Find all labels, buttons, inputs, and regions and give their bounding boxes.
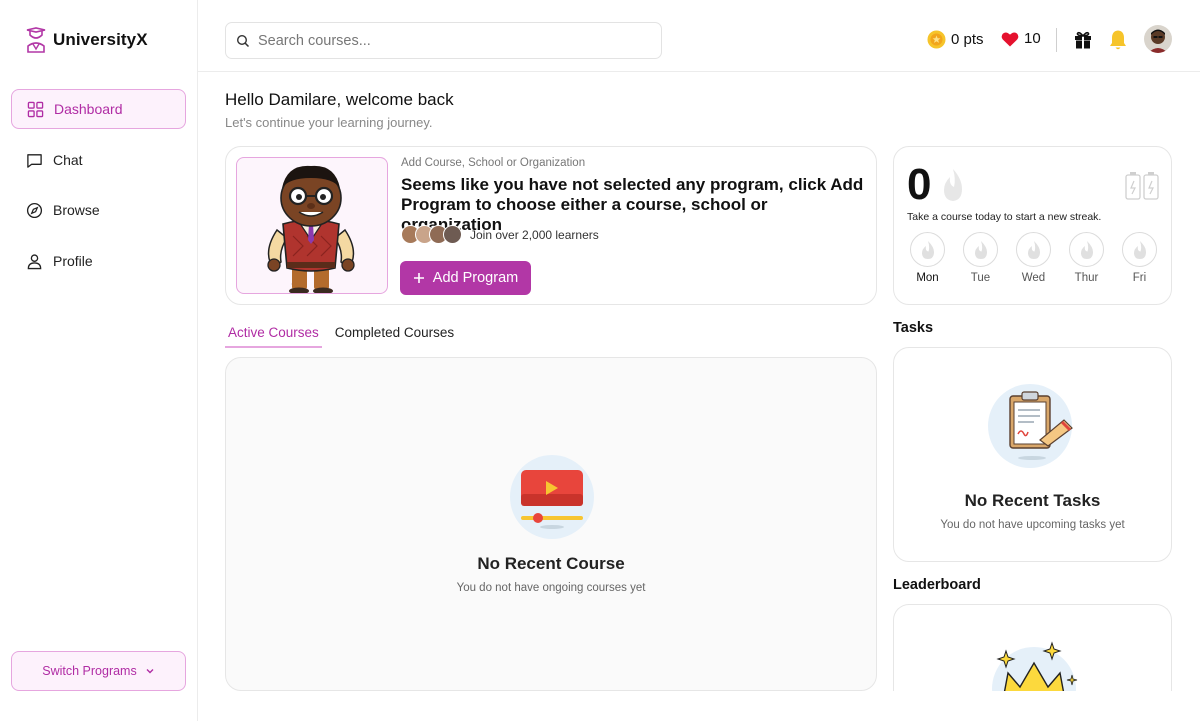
hearts-counter[interactable]: 10 <box>1001 30 1041 47</box>
chevron-down-icon <box>146 669 154 674</box>
flame-icon <box>974 240 987 259</box>
courses-panel: No Recent Course You do not have ongoing… <box>225 357 877 691</box>
flame-icon <box>1133 240 1146 259</box>
learner-avatar <box>443 225 462 244</box>
streak-count: 0 <box>907 160 932 209</box>
empty-title: No Recent Tasks <box>964 491 1101 510</box>
streak-day-circle <box>1069 232 1104 267</box>
heart-icon <box>1001 31 1019 46</box>
battery-icon <box>1125 172 1159 200</box>
chat-bubble-icon <box>27 153 42 168</box>
streak-day: Tue <box>963 232 998 284</box>
video-player-icon <box>510 455 594 539</box>
streak-day-label: Tue <box>970 272 991 284</box>
learners-row: Join over 2,000 learners <box>401 225 599 244</box>
flame-icon <box>944 169 962 201</box>
user-icon <box>27 253 42 269</box>
search-icon <box>236 34 250 47</box>
sidebar-item-dashboard[interactable]: Dashboard <box>11 89 186 129</box>
sidebar-item-label: Browse <box>53 202 100 218</box>
hearts-value: 10 <box>1024 30 1041 47</box>
streak-day-label: Wed <box>1021 272 1046 284</box>
flame-icon <box>1027 240 1040 259</box>
leaderboard-title: Leaderboard <box>893 577 981 593</box>
logo[interactable]: UniversityX <box>25 27 148 53</box>
streak-day: Wed <box>1016 232 1051 284</box>
page-bottom-fade <box>198 691 1200 721</box>
empty-title: No Recent Course <box>477 554 625 573</box>
app-root: UniversityX Dashboard Chat Browse Profil… <box>0 0 1200 721</box>
dashboard-grid-icon <box>27 101 44 117</box>
learner-avatars <box>401 225 462 244</box>
empty-subtitle: You do not have ongoing courses yet <box>456 582 646 594</box>
leaderboard-panel <box>893 604 1172 704</box>
tab-active-courses[interactable]: Active Courses <box>225 322 322 348</box>
streak-day-circle <box>1016 232 1051 267</box>
coin-icon <box>927 30 946 49</box>
streak-day-circle <box>963 232 998 267</box>
program-eyebrow: Add Course, School or Organization <box>401 157 586 169</box>
tasks-title: Tasks <box>893 320 934 336</box>
sidebar: UniversityX Dashboard Chat Browse Profil… <box>0 0 198 721</box>
tab-completed-courses[interactable]: Completed Courses <box>332 322 457 348</box>
bell-icon <box>1110 30 1126 50</box>
add-program-label: Add Program <box>432 270 519 286</box>
add-program-card: Add Course, School or Organization Seems… <box>225 146 877 305</box>
sidebar-item-label: Profile <box>53 253 93 269</box>
user-avatar[interactable] <box>1144 25 1172 53</box>
course-tabs: Active Courses Completed Courses <box>225 322 457 348</box>
streak-day-label: Mon <box>916 272 939 284</box>
empty-subtitle: You do not have upcoming tasks yet <box>940 519 1125 531</box>
streak-day: Mon <box>910 232 945 284</box>
notifications-button[interactable] <box>1106 28 1130 52</box>
streak-day: Fri <box>1122 232 1157 284</box>
switch-programs-label: Switch Programs <box>42 664 137 678</box>
topbar: 0 pts 10 <box>198 0 1200 72</box>
streak-text: Take a course today to start a new strea… <box>907 211 1102 223</box>
teacher-mascot-image <box>267 165 355 293</box>
streak-day-label: Thur <box>1074 272 1099 284</box>
streak-day-circle <box>1122 232 1157 267</box>
search-bar[interactable] <box>225 22 662 59</box>
sidebar-item-profile[interactable]: Profile <box>11 241 186 281</box>
points-counter[interactable]: 0 pts <box>927 30 984 49</box>
page-title: Hello Damilare, welcome back <box>225 90 454 109</box>
gift-icon <box>1075 31 1091 49</box>
tasks-panel: No Recent Tasks You do not have upcoming… <box>893 347 1172 562</box>
streak-day-label: Fri <box>1132 272 1147 284</box>
flame-icon <box>1080 240 1093 259</box>
graduate-logo-icon <box>26 27 46 53</box>
tasks-empty-state: No Recent Tasks You do not have upcoming… <box>894 491 1171 531</box>
clipboard-icon <box>988 384 1073 468</box>
sidebar-item-browse[interactable]: Browse <box>11 190 186 230</box>
mascot-illustration <box>236 157 388 294</box>
sidebar-item-chat[interactable]: Chat <box>11 140 186 180</box>
flame-icon <box>921 240 934 259</box>
courses-empty-state: No Recent Course You do not have ongoing… <box>226 554 876 594</box>
sidebar-item-label: Dashboard <box>54 101 123 117</box>
streak-day: Thur <box>1069 232 1104 284</box>
page-subtitle: Let's continue your learning journey. <box>225 115 433 130</box>
switch-programs-button[interactable]: Switch Programs <box>11 651 186 691</box>
topbar-divider <box>1056 28 1057 52</box>
avatar-image <box>1144 25 1172 53</box>
sidebar-item-label: Chat <box>53 152 83 168</box>
points-value: 0 pts <box>951 31 984 48</box>
compass-icon <box>26 202 43 218</box>
streak-day-circle <box>910 232 945 267</box>
gift-button[interactable] <box>1071 28 1095 52</box>
add-program-button[interactable]: Add Program <box>400 261 531 295</box>
search-input[interactable] <box>258 32 638 49</box>
learners-text: Join over 2,000 learners <box>470 227 599 242</box>
plus-icon <box>413 273 424 283</box>
streak-card: 0 Take a course today to start a new str… <box>893 146 1172 305</box>
app-name: UniversityX <box>53 30 148 49</box>
